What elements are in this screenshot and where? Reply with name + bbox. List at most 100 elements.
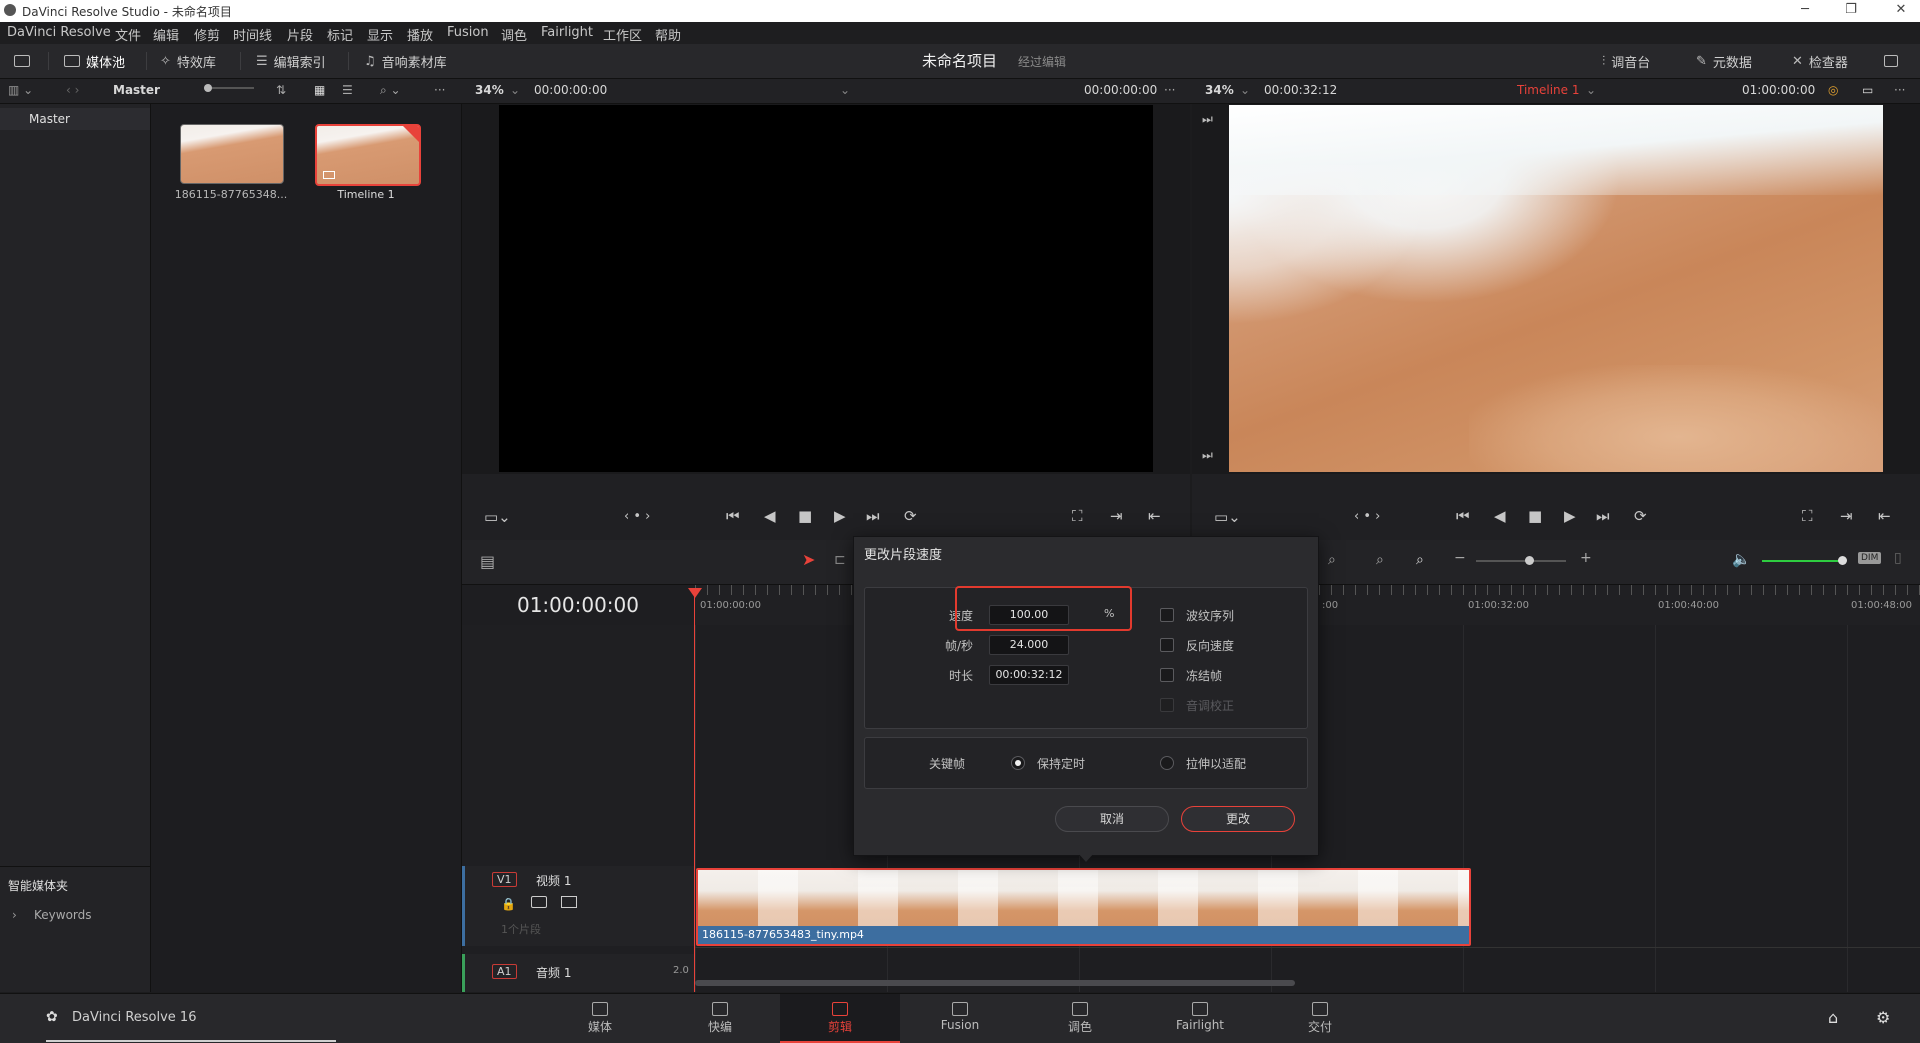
home-icon[interactable]: ⌂ (1828, 1008, 1838, 1027)
stretch-to-fit-radio[interactable] (1160, 756, 1174, 770)
skip-end-icon[interactable]: ⏭ (866, 507, 880, 525)
jog-control-icon[interactable]: ‹ • › (624, 509, 650, 524)
stop-icon[interactable]: ■ (1528, 507, 1542, 525)
zoom-detail-icon[interactable]: ⌕ (1376, 552, 1384, 568)
auto-select-icon[interactable] (531, 896, 547, 908)
nav-back-forward-icon[interactable]: ‹ › (66, 83, 79, 97)
dim-button[interactable]: DIM (1858, 552, 1882, 564)
record-video-frame[interactable] (1229, 105, 1883, 472)
skip-end-icon[interactable]: ⏭ (1596, 507, 1610, 525)
volume-slider[interactable] (1762, 560, 1844, 562)
match-frame-icon[interactable]: ⛶ (1802, 507, 1813, 525)
menu-clip[interactable]: 片段 (287, 25, 313, 44)
loop-icon[interactable]: ⟳ (904, 507, 917, 525)
play-icon[interactable]: ▶ (1564, 507, 1576, 525)
zoom-out-icon[interactable]: − (1454, 550, 1466, 566)
search-icon[interactable]: ⌕ ⌄ (380, 83, 401, 98)
menu-mark[interactable]: 标记 (327, 25, 353, 44)
play-reverse-icon[interactable]: ◀ (764, 507, 776, 525)
maximize-button[interactable]: ❐ (1836, 2, 1866, 20)
stop-icon[interactable]: ■ (798, 507, 812, 525)
grid-view-icon[interactable]: ▦ (314, 83, 325, 97)
freeze-frame-checkbox[interactable] (1160, 668, 1174, 682)
lock-icon[interactable]: 🔒 (501, 897, 516, 911)
next-edit-icon[interactable]: ⏭ (1202, 448, 1213, 463)
video-track-header[interactable]: V1 视频 1 🔒 1个片段 (462, 866, 694, 946)
zoom-slider-handle[interactable] (1525, 556, 1534, 565)
timeline-scrollbar[interactable] (695, 980, 1295, 986)
more-options-icon[interactable]: ··· (434, 83, 445, 97)
mark-in-icon[interactable]: ⇤ (1878, 507, 1891, 525)
page-tab-cut[interactable]: 快编 (660, 994, 780, 1043)
pitch-correction-checkbox[interactable] (1160, 698, 1174, 712)
volume-slider-handle[interactable] (1838, 556, 1847, 565)
menu-playback[interactable]: 播放 (407, 25, 433, 44)
jog-control-icon[interactable]: ‹ • › (1354, 509, 1380, 524)
match-frame-icon[interactable]: ⛶ (1072, 507, 1083, 525)
menu-color[interactable]: 调色 (501, 25, 527, 44)
sidebar-toggle-icon[interactable]: ▥ ⌄ (8, 83, 33, 97)
bin-master[interactable]: Master (0, 108, 150, 130)
media-pool-button[interactable]: 媒体池 (64, 50, 125, 72)
chevron-down-icon[interactable]: ⌄ (510, 83, 520, 97)
play-icon[interactable]: ▶ (834, 507, 846, 525)
menu-timeline[interactable]: 时间线 (233, 25, 272, 44)
menu-view[interactable]: 显示 (367, 25, 393, 44)
fps-input[interactable] (989, 635, 1069, 655)
playhead-handle-icon[interactable] (688, 588, 702, 598)
sort-icon[interactable]: ⇅ (276, 83, 286, 97)
track-enable-icon[interactable] (561, 896, 577, 908)
source-zoom[interactable]: 34% (475, 83, 504, 97)
page-tab-media[interactable]: 媒体 (540, 994, 660, 1043)
change-button[interactable]: 更改 (1181, 806, 1295, 832)
play-reverse-icon[interactable]: ◀ (1494, 507, 1506, 525)
collapse-toolbar-icon[interactable] (1884, 50, 1898, 72)
toggle-panel-icon[interactable] (14, 50, 30, 72)
list-view-icon[interactable]: ☰ (342, 83, 353, 97)
viewer-mode-icon[interactable]: ▭ (1862, 83, 1873, 97)
menu-file[interactable]: 文件 (115, 25, 141, 44)
loop-icon[interactable]: ⟳ (1634, 507, 1647, 525)
video-clip[interactable]: 186115-877653483_tiny.mp4 (696, 868, 1471, 946)
video-track-tag[interactable]: V1 (492, 872, 517, 887)
source-clip-dropdown-icon[interactable]: ⌄ (840, 83, 850, 97)
zoom-custom-icon[interactable]: ⌕ (1416, 552, 1424, 568)
clip-thumbnail[interactable] (180, 124, 284, 184)
duration-input[interactable] (989, 665, 1069, 685)
page-tab-fairlight[interactable]: Fairlight (1140, 994, 1260, 1043)
keep-timing-radio[interactable] (1011, 756, 1025, 770)
prev-edit-icon[interactable]: ⏭ (1202, 112, 1213, 127)
reverse-speed-checkbox[interactable] (1160, 638, 1174, 652)
playhead[interactable] (694, 588, 695, 992)
video-track-name[interactable]: 视频 1 (536, 872, 571, 889)
zoom-full-icon[interactable]: ⌕ (1328, 552, 1336, 568)
page-tab-edit[interactable]: 剪辑 (780, 994, 900, 1043)
zoom-slider[interactable] (1476, 560, 1566, 562)
viewer-options-icon[interactable]: ▭⌄ (484, 508, 511, 526)
trim-tool-icon[interactable]: ⊏ (834, 552, 846, 568)
speaker-icon[interactable]: 🔈 (1732, 550, 1751, 568)
menu-help[interactable]: 帮助 (655, 25, 681, 44)
viewer-more-icon[interactable]: ··· (1894, 83, 1905, 97)
source-video-frame[interactable] (499, 105, 1153, 472)
chevron-right-icon[interactable]: › (12, 908, 17, 922)
menu-fairlight[interactable]: Fairlight (541, 25, 593, 40)
ripple-sequence-checkbox[interactable] (1160, 608, 1174, 622)
mixer-button[interactable]: ⫶ 调音台 (1602, 50, 1650, 72)
settings-gear-icon[interactable]: ⚙ (1876, 1008, 1890, 1027)
menu-edit[interactable]: 编辑 (153, 25, 179, 44)
chevron-down-icon[interactable]: ⌄ (1240, 83, 1250, 97)
source-more-icon[interactable]: ··· (1164, 83, 1175, 97)
mark-in-icon[interactable]: ⇤ (1148, 507, 1161, 525)
skip-start-icon[interactable]: ⏮ (726, 507, 740, 525)
timeline-name[interactable]: Timeline 1 (1517, 83, 1579, 97)
inspector-button[interactable]: ✕ 检查器 (1792, 50, 1848, 72)
skip-start-icon[interactable]: ⏮ (1456, 507, 1470, 525)
cancel-button[interactable]: 取消 (1055, 806, 1169, 832)
audio-track-name[interactable]: 音频 1 (536, 964, 571, 981)
menu-fusion[interactable]: Fusion (447, 25, 489, 40)
audio-track-header[interactable]: A1 音频 1 2.0 (462, 954, 694, 992)
timeline-thumbnail[interactable] (315, 124, 421, 186)
thumbnail-size-handle[interactable] (204, 84, 212, 92)
page-tab-fusion[interactable]: Fusion (900, 994, 1020, 1043)
